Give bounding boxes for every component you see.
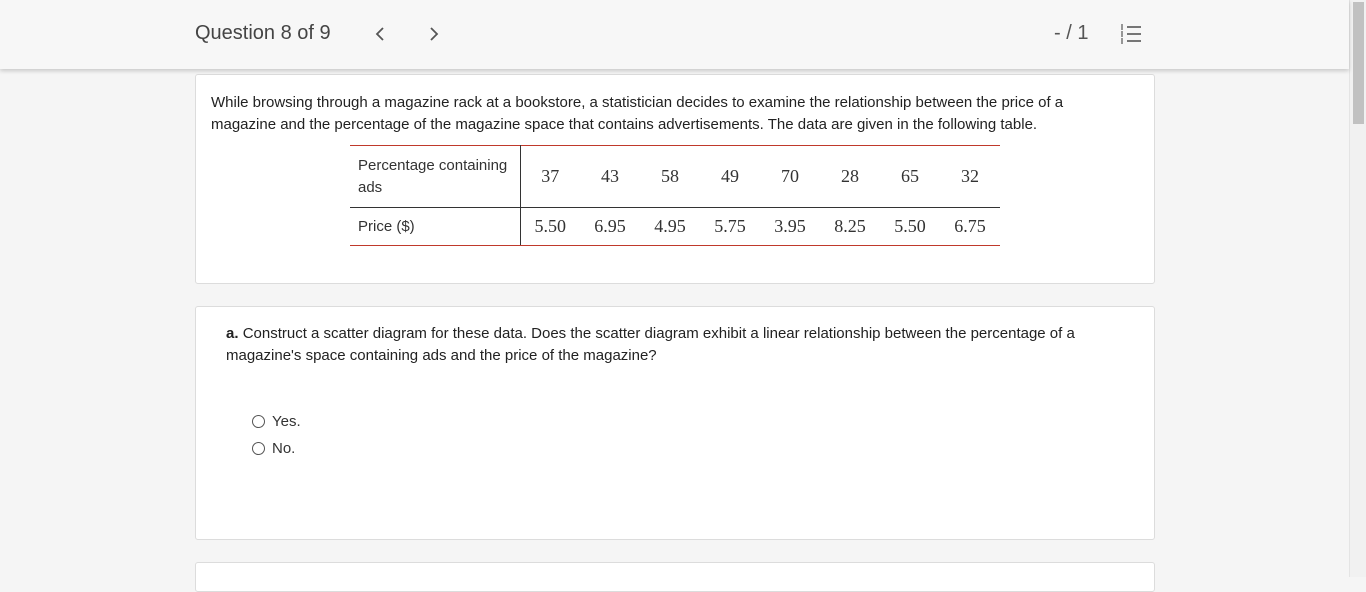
part-a-card: a. Construct a scatter diagram for these…: [195, 306, 1155, 540]
option-label: Yes.: [272, 413, 301, 430]
page-scrollbar[interactable]: [1349, 0, 1366, 577]
question-header: Question 8 of 9 - / 1: [0, 0, 1349, 69]
radio-button[interactable]: [252, 442, 265, 455]
table-cell: 37: [520, 145, 580, 208]
table-cell: 6.75: [940, 207, 1000, 246]
table-cell: 65: [880, 145, 940, 208]
numbered-list-icon: [1121, 24, 1141, 44]
table-cell: 5.50: [880, 207, 940, 246]
table-cell: 5.50: [520, 207, 580, 246]
problem-card: While browsing through a magazine rack a…: [195, 74, 1155, 284]
table-cell: 4.95: [640, 207, 700, 246]
chevron-left-icon: [375, 27, 384, 41]
previous-question-button[interactable]: [369, 22, 393, 46]
table-cell: 3.95: [760, 207, 820, 246]
problem-statement: While browsing through a magazine rack a…: [211, 94, 1064, 133]
next-part-card: [195, 562, 1155, 592]
table-cell: 32: [940, 145, 1000, 208]
part-a-question: a. Construct a scatter diagram for these…: [226, 323, 1126, 367]
radio-button[interactable]: [252, 415, 265, 428]
option-no[interactable]: No.: [252, 440, 295, 457]
question-counter: Question 8 of 9: [195, 22, 331, 44]
option-yes[interactable]: Yes.: [252, 413, 301, 430]
table-cell: 6.95: [580, 207, 640, 246]
table-cell: 58: [640, 145, 700, 208]
table-row: Percentage containing ads 37 43 58 49 70…: [350, 145, 1000, 208]
table-cell: 28: [820, 145, 880, 208]
row-header-price: Price ($): [350, 207, 521, 246]
table-cell: 43: [580, 145, 640, 208]
table-cell: 5.75: [700, 207, 760, 246]
next-question-button[interactable]: [421, 22, 445, 46]
chevron-right-icon: [430, 27, 439, 41]
table-cell: 8.25: [820, 207, 880, 246]
row-header-percentage: Percentage containing ads: [350, 145, 521, 208]
part-label: a.: [226, 325, 239, 342]
question-list-button[interactable]: [1120, 24, 1142, 44]
table-cell: 70: [760, 145, 820, 208]
table-row: Price ($) 5.50 6.95 4.95 5.75 3.95 8.25 …: [350, 207, 1000, 246]
data-table: Percentage containing ads 37 43 58 49 70…: [350, 145, 1000, 246]
option-label: No.: [272, 440, 296, 457]
scrollbar-thumb[interactable]: [1353, 2, 1364, 124]
table-cell: 49: [700, 145, 760, 208]
score-display: - / 1: [1054, 22, 1089, 44]
part-a-text: Construct a scatter diagram for these da…: [226, 325, 1075, 364]
